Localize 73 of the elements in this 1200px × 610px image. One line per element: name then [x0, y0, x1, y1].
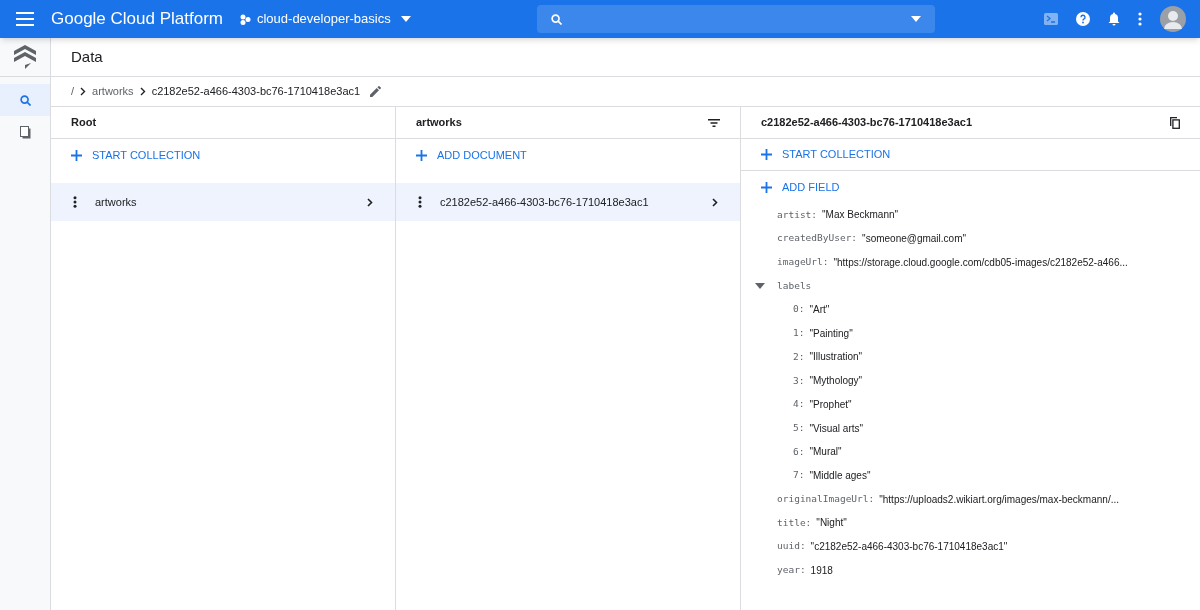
plus-icon [71, 149, 82, 161]
column-title: Root [71, 115, 97, 131]
field-value: "Art" [809, 303, 830, 318]
field-key: 5: [793, 420, 805, 436]
breadcrumb-link[interactable]: c2182e52-a466-4303-bc76-1710418e3ac1 [151, 83, 361, 100]
help-icon[interactable] [1076, 12, 1090, 26]
column-title: artworks [416, 115, 462, 131]
menu-icon[interactable] [16, 12, 34, 26]
sidebar-item[interactable] [0, 84, 50, 116]
field-key: createdByUser: [777, 231, 858, 246]
field-value: "Visual arts" [809, 421, 864, 436]
field-key: title: [777, 515, 812, 530]
field-value: "Max Beckmann" [822, 208, 899, 223]
list-item[interactable]: c2182e52-a466-4303-bc76-1710418e3ac1 [396, 183, 740, 221]
chevron-icon [139, 87, 146, 96]
field-value: "Mythology" [809, 374, 863, 389]
avatar-icon[interactable] [1160, 6, 1186, 32]
add-field-button[interactable]: ADD FIELD [761, 178, 840, 196]
field-key: 3: [793, 373, 805, 388]
field-value: "Mural" [809, 445, 842, 460]
field-value: "Prophet" [809, 397, 852, 412]
field-value: "Illustration" [809, 350, 863, 365]
field-key: imageUrl: [777, 255, 829, 270]
field-key: uuid: [777, 539, 806, 554]
chevron-icon [80, 87, 87, 96]
copy-icon[interactable] [1170, 116, 1180, 129]
more-icon[interactable] [73, 196, 77, 208]
field-value: "Night" [816, 516, 847, 531]
page-title: Data [71, 46, 103, 67]
list-item[interactable]: artworks [51, 183, 395, 221]
firestore-logo-icon [14, 45, 36, 69]
field-value: "c2182e52-a466-4303-bc76-1710418e3ac1" [810, 539, 1008, 554]
field-key: labels [777, 278, 812, 294]
field-value: "https://storage.cloud.google.com/cdb05-images/c2182e52-a466... [833, 255, 1128, 270]
field-value: 1918 [810, 563, 833, 578]
plus-icon [761, 181, 772, 193]
product-name: Google Cloud Platform [51, 8, 223, 31]
field-key: originalImageUrl: [777, 491, 875, 507]
chevron-icon [367, 197, 373, 207]
field-key: 0: [793, 302, 805, 317]
column-title: c2182e52-a466-4303-bc76-1710418e3ac1 [761, 115, 973, 131]
expand-toggle-icon[interactable] [755, 282, 765, 289]
search-icon [550, 13, 562, 25]
notifications-icon[interactable] [1108, 12, 1120, 26]
field-key: 4: [793, 397, 805, 412]
action-button[interactable]: START COLLECTION [761, 146, 891, 163]
search-field[interactable] [536, 5, 935, 33]
field-value: "Middle ages" [809, 468, 871, 483]
caret-icon [910, 16, 921, 22]
field-key: artist: [777, 207, 818, 222]
action-button[interactable]: ADD DOCUMENT [416, 146, 527, 164]
field-key: year: [777, 563, 806, 578]
plus-icon [416, 149, 427, 161]
documents-icon [19, 125, 31, 139]
chevron-icon [712, 197, 718, 207]
edit-icon[interactable] [370, 86, 382, 97]
breadcrumb-link[interactable]: / [71, 83, 75, 100]
action-button[interactable]: START COLLECTION [71, 146, 201, 164]
field-value: "Painting" [809, 326, 853, 341]
breadcrumb-link[interactable]: artworks [92, 83, 134, 100]
field-key: 7: [793, 468, 805, 483]
project-selector[interactable]: cloud-developer-basics [240, 9, 411, 29]
search-icon [19, 94, 31, 106]
plus-icon [761, 149, 772, 160]
filter-icon[interactable] [708, 118, 720, 127]
project-dots-icon [240, 13, 251, 25]
field-key: 1: [793, 326, 805, 341]
field-key: 2: [793, 349, 805, 365]
field-key: 6: [793, 444, 805, 459]
more-icon[interactable] [418, 196, 422, 208]
caret-icon [400, 16, 411, 22]
field-value: "someone@gmail.com" [862, 232, 967, 247]
field-value: "https://uploads2.wikiart.org/images/max-beckmann/... [879, 492, 1119, 507]
